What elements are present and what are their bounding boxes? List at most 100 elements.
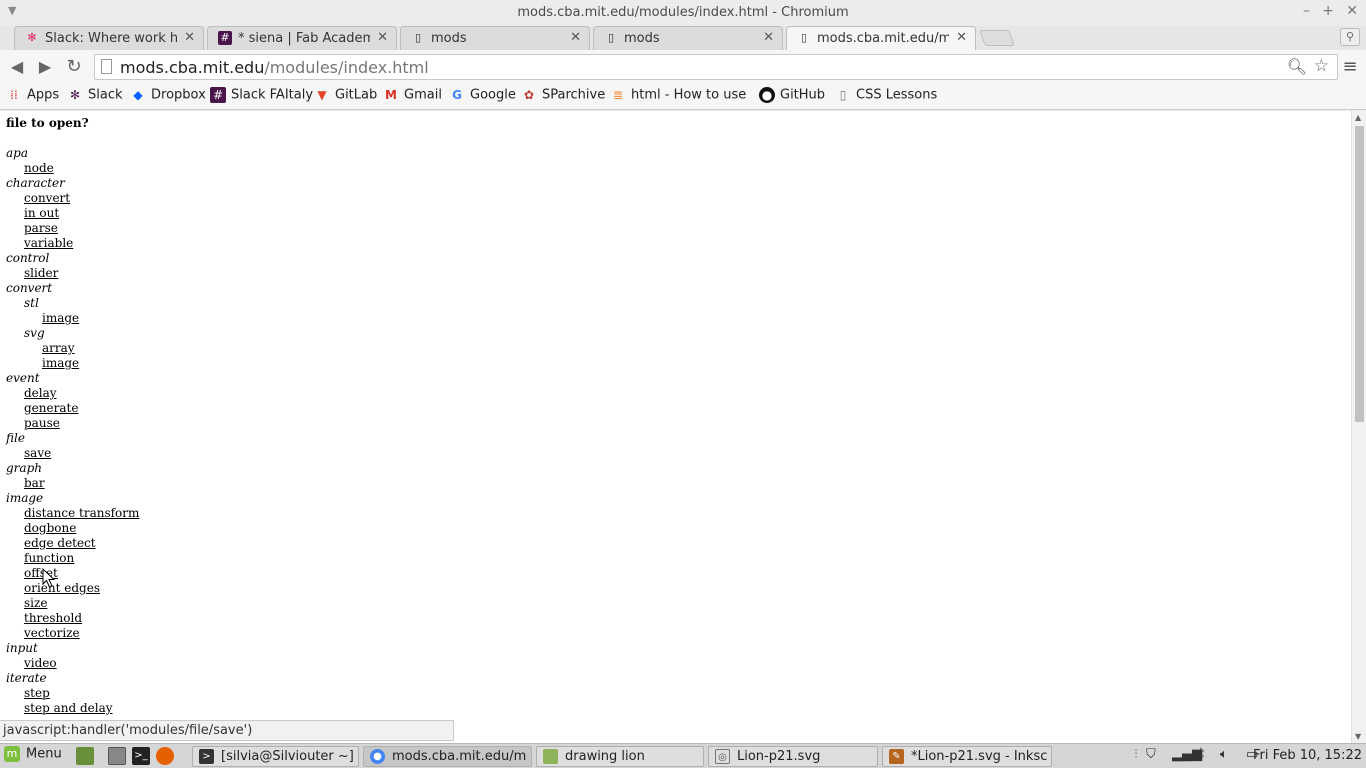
page-scrollbar[interactable]: ▲ ▼ [1351,111,1366,743]
bluetooth-icon[interactable]: ᛒ [1198,747,1206,762]
bookmark-dropbox[interactable]: ◆ Dropbox [130,87,205,107]
profile-icon[interactable]: ⚲ [1340,28,1360,46]
zoom-icon[interactable]: 🔍︎ [1287,57,1307,76]
new-tab-button[interactable] [979,30,1015,46]
tab-label: mods [624,31,660,46]
tray-separator: ⁝ [1134,747,1139,762]
slack-icon: ✻ [27,31,37,44]
module-link[interactable]: slider [24,266,58,281]
bookmark-label: Slack FAItaly [231,87,314,103]
module-link[interactable]: pause [24,416,60,431]
bookmark-css-lessons[interactable]: ▯ CSS Lessons [835,87,938,107]
module-link[interactable]: dogbone [24,521,76,536]
module-link[interactable]: distance transform [24,506,139,521]
firefox-launcher-icon[interactable] [156,747,174,765]
mint-logo-icon: m [4,746,20,762]
window-title: mods.cba.mit.edu/modules/index.html - Ch… [517,5,849,20]
taskbar-item-label: [silvia@Silviouter ~] [221,749,354,764]
module-link[interactable]: edge detect [24,536,96,551]
bookmark-sparchive[interactable]: ✿ SParchive [521,87,605,107]
bookmark-stackoverflow[interactable]: ≣ html - How to use res [610,87,746,107]
bookmark-label: GitLab [335,87,378,103]
module-link[interactable]: array [42,341,75,356]
module-link[interactable]: generate [24,401,78,416]
file-manager-launcher-icon[interactable] [108,747,126,765]
terminal-launcher-icon[interactable]: >_ [132,747,150,765]
tab-close-icon[interactable]: ✕ [570,30,581,45]
forward-icon[interactable]: ▶ [34,56,56,78]
tab-slack[interactable]: ✻ Slack: Where work happe ✕ [14,26,204,50]
tab-mods-1[interactable]: ▯ mods ✕ [400,26,590,50]
taskbar-image-viewer[interactable]: ◎ Lion-p21.svg [708,746,878,767]
volume-icon[interactable]: 🔈︎ [1220,747,1228,762]
page-icon: ▯ [839,88,847,102]
module-link[interactable]: variable [24,236,73,251]
module-link[interactable]: parse [24,221,58,236]
tab-close-icon[interactable]: ✕ [377,30,388,45]
tab-close-icon[interactable]: ✕ [956,30,967,45]
module-link[interactable]: bar [24,476,45,491]
taskbar-item-label: mods.cba.mit.edu/mo... [392,749,527,764]
bookmark-google[interactable]: G Google [449,87,516,107]
taskbar-folder[interactable]: drawing lion [536,746,704,767]
module-link[interactable]: image [42,311,79,326]
bookmark-apps[interactable]: ⁞⁞ Apps [6,87,59,107]
tab-active[interactable]: ▯ mods.cba.mit.edu/modul ✕ [786,26,976,50]
module-link[interactable]: video [24,656,57,671]
mouse-cursor-icon [42,568,56,588]
scroll-up-icon[interactable]: ▲ [1355,113,1361,122]
module-link[interactable]: vectorize [24,626,80,641]
stackoverflow-icon: ≣ [612,88,624,102]
module-link[interactable]: delay [24,386,57,401]
window-titlebar: ▼ mods.cba.mit.edu/modules/index.html - … [0,0,1366,27]
address-url[interactable]: mods.cba.mit.edu/modules/index.html [120,58,429,77]
bookmark-slack[interactable]: ✻ Slack [67,87,123,107]
tab-siena[interactable]: # * siena | Fab Academy I ✕ [207,26,397,50]
taskbar-chromium[interactable]: ● mods.cba.mit.edu/mo... [363,746,532,767]
bookmark-gmail[interactable]: M Gmail [383,87,442,107]
bookmark-github[interactable]: ● GitHub [759,87,825,107]
bookmark-slack-faitaly[interactable]: # Slack FAItaly [210,87,313,107]
module-link[interactable]: image [42,356,79,371]
browser-menu-icon[interactable]: ≡ [1340,56,1360,78]
module-link[interactable]: node [24,161,54,176]
back-icon[interactable]: ◀ [6,56,28,78]
close-window-icon[interactable]: ✕ [1346,3,1358,19]
tab-mods-2[interactable]: ▯ mods ✕ [593,26,783,50]
clock[interactable]: Fri Feb 10, 15:22 [1253,748,1362,763]
module-link[interactable]: save [24,446,51,461]
tab-close-icon[interactable]: ✕ [763,30,774,45]
module-category: character [6,176,65,190]
taskbar-inkscape[interactable]: ✎ *Lion-p21.svg - Inksca... [882,746,1052,767]
url-path: /modules/index.html [264,58,429,77]
reload-icon[interactable]: ↻ [63,56,85,78]
module-link[interactable]: function [24,551,74,566]
minimize-icon[interactable]: – [1303,3,1310,19]
page-icon [101,59,112,74]
bookmark-label: Gmail [404,87,442,103]
module-link[interactable]: orient edges [24,581,100,596]
module-link[interactable]: in out [24,206,59,221]
update-shield-icon[interactable]: ⛉ [1146,747,1156,762]
bookmark-label: SParchive [542,87,606,103]
maximize-icon[interactable]: + [1322,3,1334,19]
scroll-down-icon[interactable]: ▼ [1355,732,1361,741]
show-desktop-icon[interactable] [76,747,94,765]
start-menu-button[interactable]: m Menu [4,746,62,767]
module-link[interactable]: threshold [24,611,82,626]
address-bar[interactable]: mods.cba.mit.edu/modules/index.html 🔍︎ ☆ [94,54,1338,80]
page-icon: ▯ [607,31,615,44]
module-link[interactable]: convert [24,191,70,206]
taskbar-terminal[interactable]: > [silvia@Silviouter ~] [192,746,359,767]
bookmark-gitlab[interactable]: ▼ GitLab [314,87,377,107]
module-link[interactable]: size [24,596,47,611]
module-link[interactable]: step [24,686,50,701]
module-link[interactable]: step and delay [24,701,113,716]
folder-icon [543,749,558,764]
scrollbar-thumb[interactable] [1355,126,1364,422]
gmail-icon: M [385,88,397,102]
bookmark-star-icon[interactable]: ☆ [1314,56,1329,76]
tab-close-icon[interactable]: ✕ [184,30,195,45]
sparchive-icon: ✿ [523,88,535,102]
module-category: input [6,641,38,655]
